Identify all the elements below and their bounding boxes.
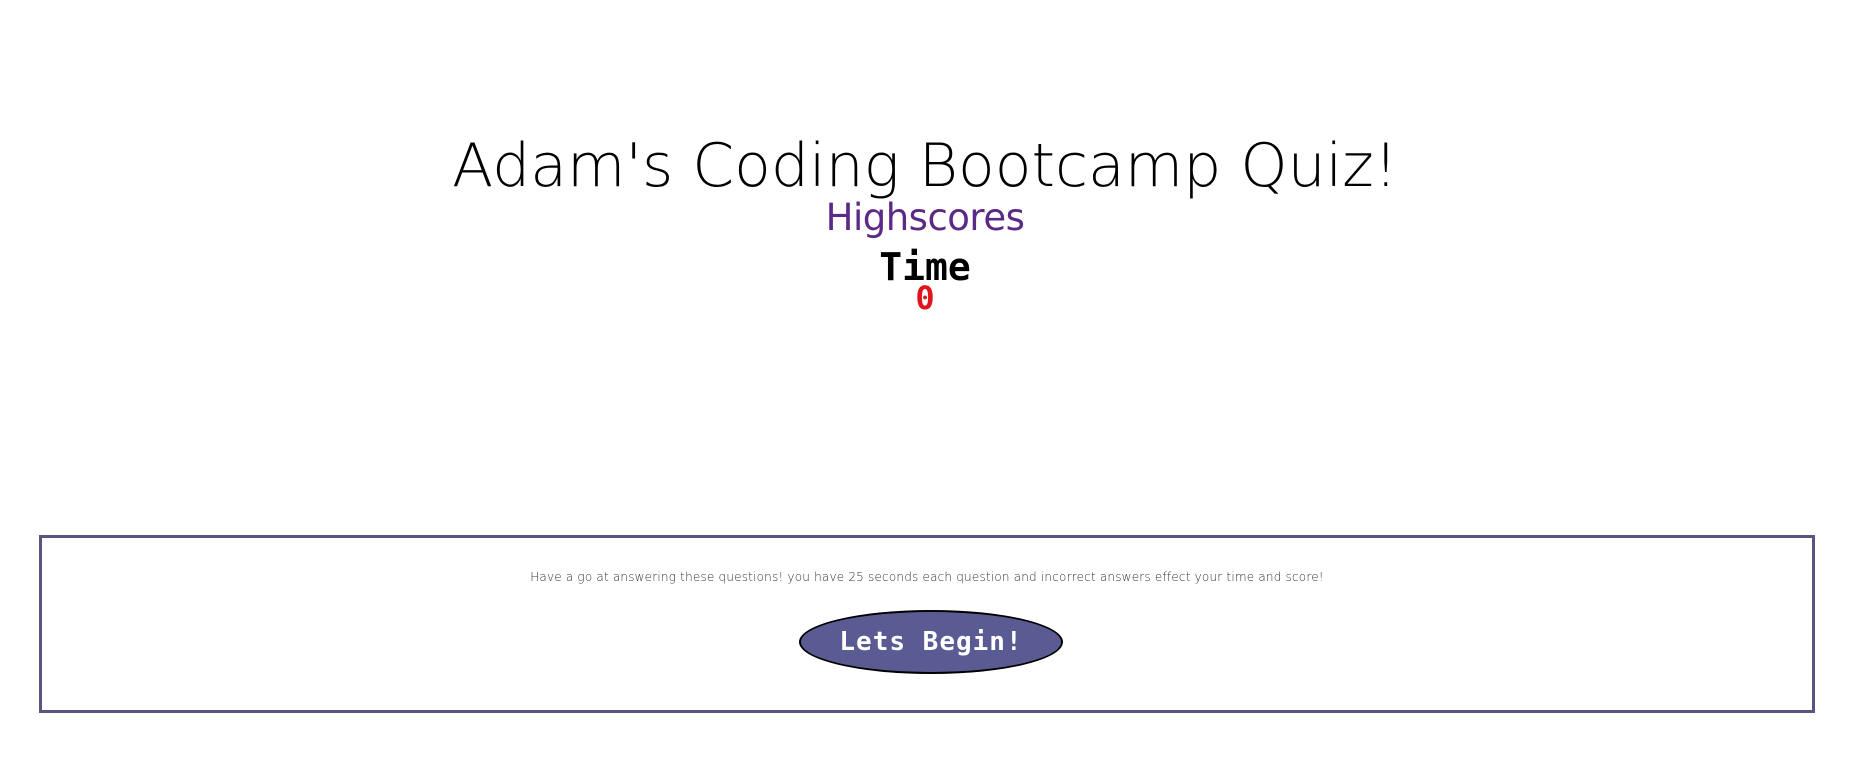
timer-value: 0 bbox=[915, 279, 935, 317]
intro-text: Have a go at answering these questions! … bbox=[530, 570, 1324, 584]
highscores-link[interactable]: Highscores bbox=[0, 196, 1850, 240]
lets-begin-button[interactable]: Lets Begin! bbox=[799, 610, 1063, 674]
intro-panel: Have a go at answering these questions! … bbox=[39, 535, 1815, 713]
page-title: Adam's Coding Bootcamp Quiz! bbox=[452, 131, 1398, 202]
